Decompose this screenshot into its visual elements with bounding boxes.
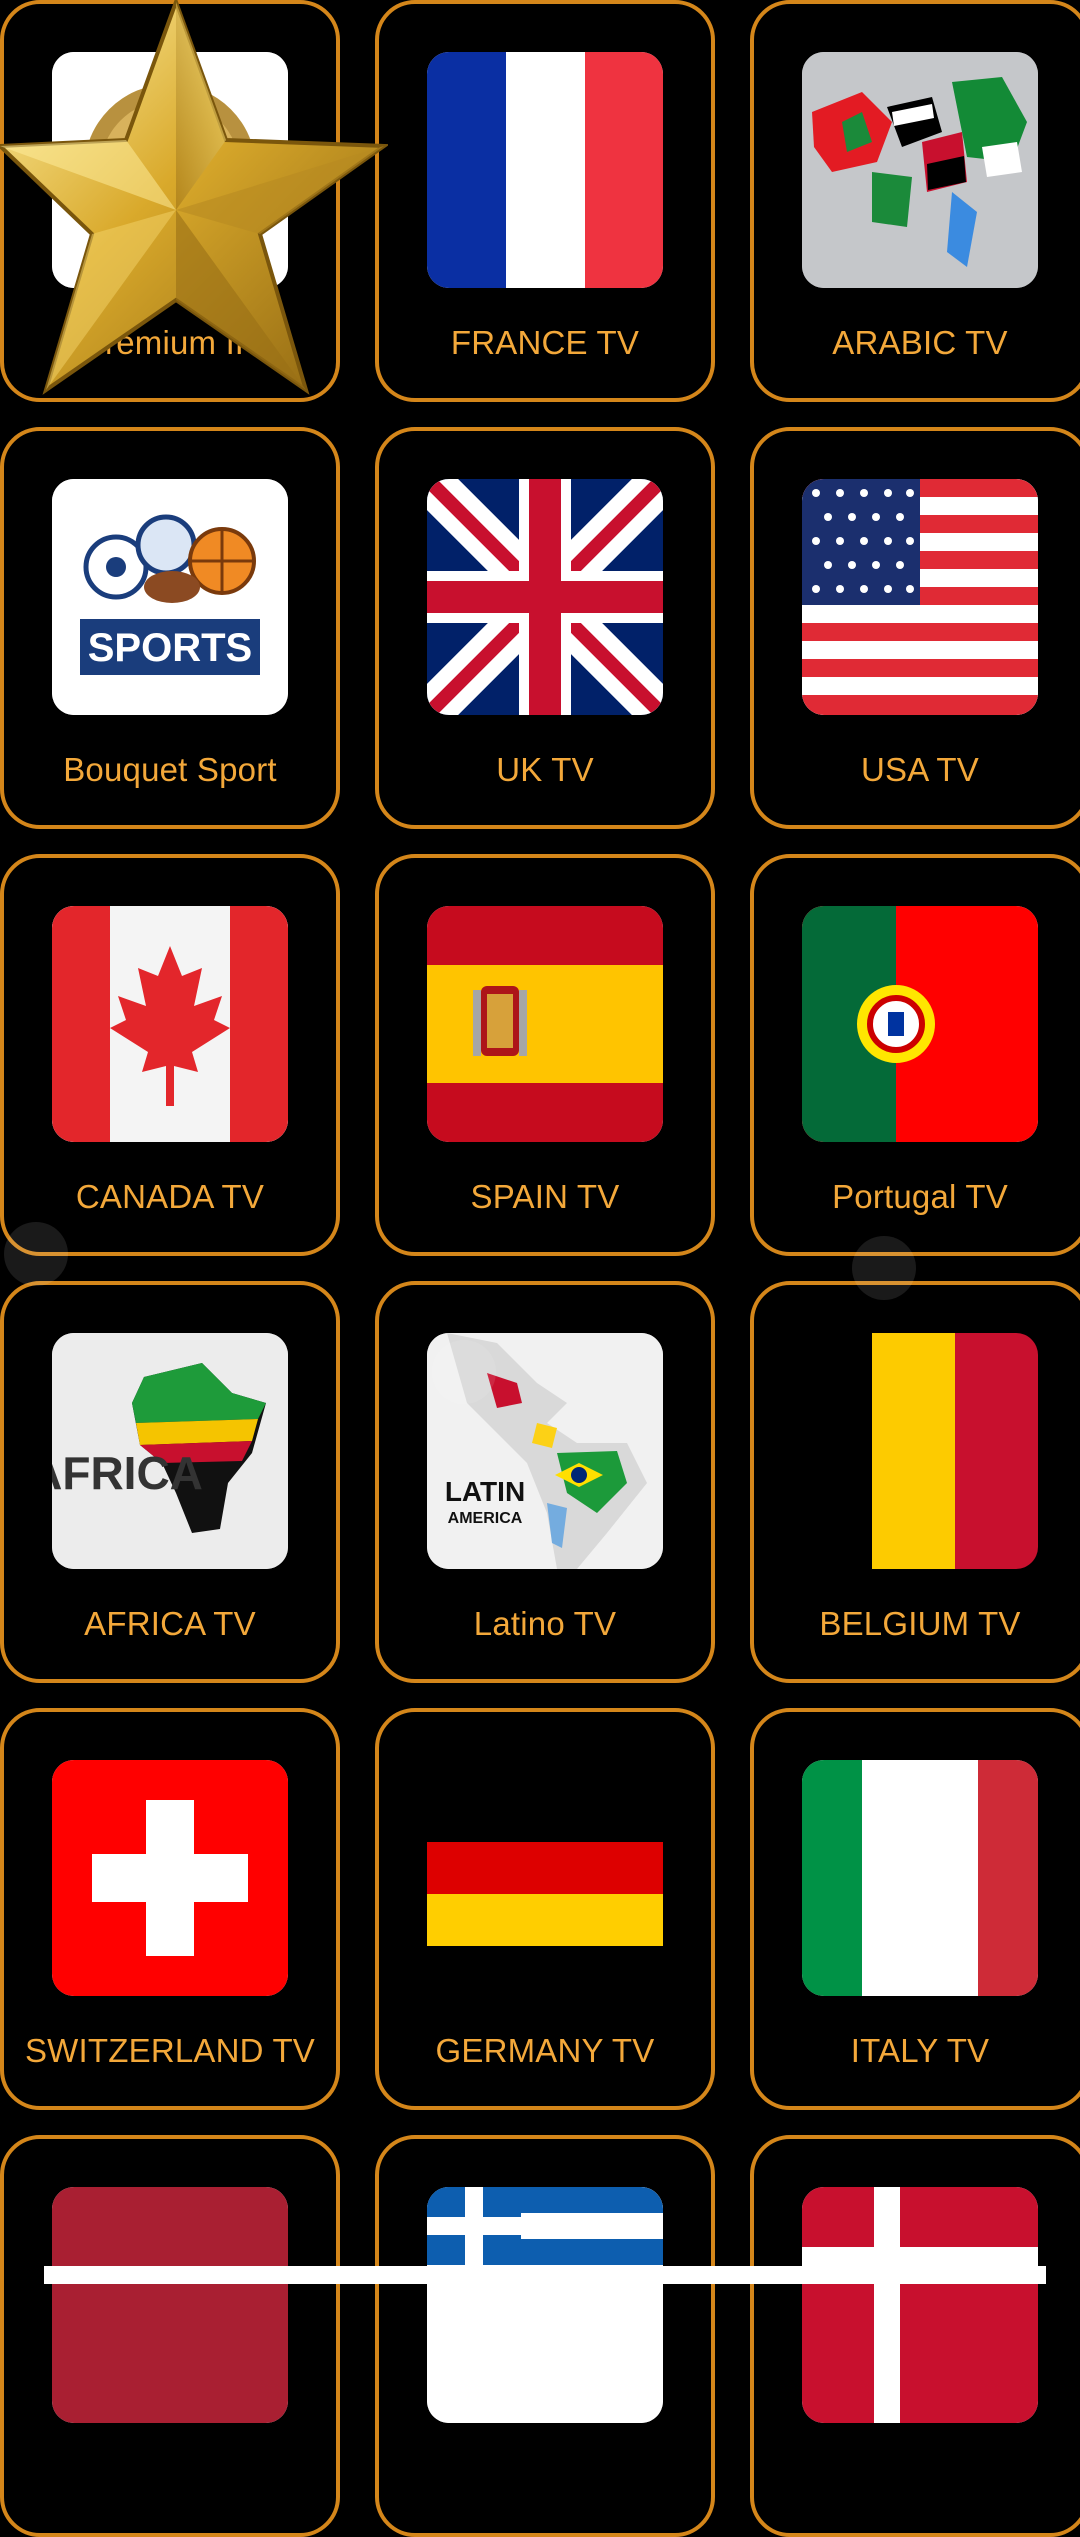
portugal-flag-icon bbox=[802, 906, 1038, 1142]
latin-logo-text: LATIN bbox=[445, 1476, 525, 1507]
category-tile-italy[interactable]: ITALY TV bbox=[750, 1708, 1080, 2110]
category-tile-canada[interactable]: CANADA TV bbox=[0, 854, 340, 1256]
latin-logo-subtext: AMERICA bbox=[448, 1510, 523, 1527]
category-tile-latino[interactable]: LATIN AMERICA Latino TV bbox=[375, 1281, 715, 1683]
tile-label: ARABIC TV bbox=[832, 324, 1008, 361]
usa-flag-icon bbox=[802, 479, 1038, 715]
touch-ripple bbox=[432, 1340, 496, 1404]
tile-label: SWITZERLAND TV bbox=[24, 2032, 316, 2069]
canada-flag-icon bbox=[52, 906, 288, 1142]
arab-world-map-icon bbox=[802, 52, 1038, 288]
uk-flag-icon bbox=[427, 479, 663, 715]
category-tile-uk[interactable]: UK TV bbox=[375, 427, 715, 829]
touch-ripple bbox=[852, 1236, 916, 1300]
category-tile-spain[interactable]: SPAIN TV bbox=[375, 854, 715, 1256]
category-tile-partial-3[interactable] bbox=[750, 2135, 1080, 2537]
tile-label: UK TV bbox=[496, 751, 594, 788]
category-grid: Premium IP FRANCE TV ARABIC TV SPORTS Bo… bbox=[0, 0, 1080, 2537]
belgium-flag-icon bbox=[802, 1333, 1038, 1569]
category-tile-germany[interactable]: GERMANY TV bbox=[375, 1708, 715, 2110]
switzerland-flag-icon bbox=[52, 1760, 288, 1996]
greece-flag-icon bbox=[427, 2187, 663, 2423]
category-tile-partial-1[interactable] bbox=[0, 2135, 340, 2537]
france-flag-icon bbox=[427, 52, 663, 288]
tile-label: Bouquet Sport bbox=[63, 751, 277, 788]
sports-logo-text: SPORTS bbox=[88, 626, 252, 670]
touch-ripple bbox=[4, 1222, 68, 1286]
denmark-flag-icon bbox=[802, 2187, 1038, 2423]
premium-badge-icon bbox=[52, 52, 288, 288]
tile-label: Premium IP bbox=[82, 324, 258, 361]
africa-map-icon: AFRICA bbox=[52, 1333, 288, 1569]
tile-label: ITALY TV bbox=[850, 2032, 990, 2069]
category-tile-arabic[interactable]: ARABIC TV bbox=[750, 0, 1080, 402]
gesture-nav-bar[interactable] bbox=[44, 2266, 1046, 2284]
red-flag-icon bbox=[52, 2187, 288, 2423]
category-tile-africa[interactable]: AFRICA AFRICA TV bbox=[0, 1281, 340, 1683]
category-tile-france[interactable]: FRANCE TV bbox=[375, 0, 715, 402]
tile-label: GERMANY TV bbox=[435, 2032, 655, 2069]
tile-label: AFRICA TV bbox=[84, 1605, 256, 1642]
spain-flag-icon bbox=[427, 906, 663, 1142]
tile-label: USA TV bbox=[861, 751, 979, 788]
category-tile-belgium[interactable]: BELGIUM TV bbox=[750, 1281, 1080, 1683]
tile-label: CANADA TV bbox=[75, 1178, 265, 1215]
tile-label: SPAIN TV bbox=[470, 1178, 620, 1215]
category-tile-usa[interactable]: USA TV bbox=[750, 427, 1080, 829]
italy-flag-icon bbox=[802, 1760, 1038, 1996]
category-tile-switzerland[interactable]: SWITZERLAND TV bbox=[0, 1708, 340, 2110]
tile-label: Latino TV bbox=[473, 1605, 617, 1642]
category-tile-portugal[interactable]: Portugal TV bbox=[750, 854, 1080, 1256]
tile-label: BELGIUM TV bbox=[819, 1605, 1021, 1642]
tile-label: FRANCE TV bbox=[450, 324, 640, 361]
category-tile-sport[interactable]: SPORTS Bouquet Sport bbox=[0, 427, 340, 829]
africa-logo-text: AFRICA bbox=[52, 1447, 203, 1499]
category-tile-partial-2[interactable] bbox=[375, 2135, 715, 2537]
category-tile-premium[interactable]: Premium IP bbox=[0, 0, 340, 402]
tile-label: Portugal TV bbox=[832, 1178, 1008, 1215]
sports-balls-icon: SPORTS bbox=[52, 479, 288, 715]
germany-flag-icon bbox=[427, 1760, 663, 1996]
